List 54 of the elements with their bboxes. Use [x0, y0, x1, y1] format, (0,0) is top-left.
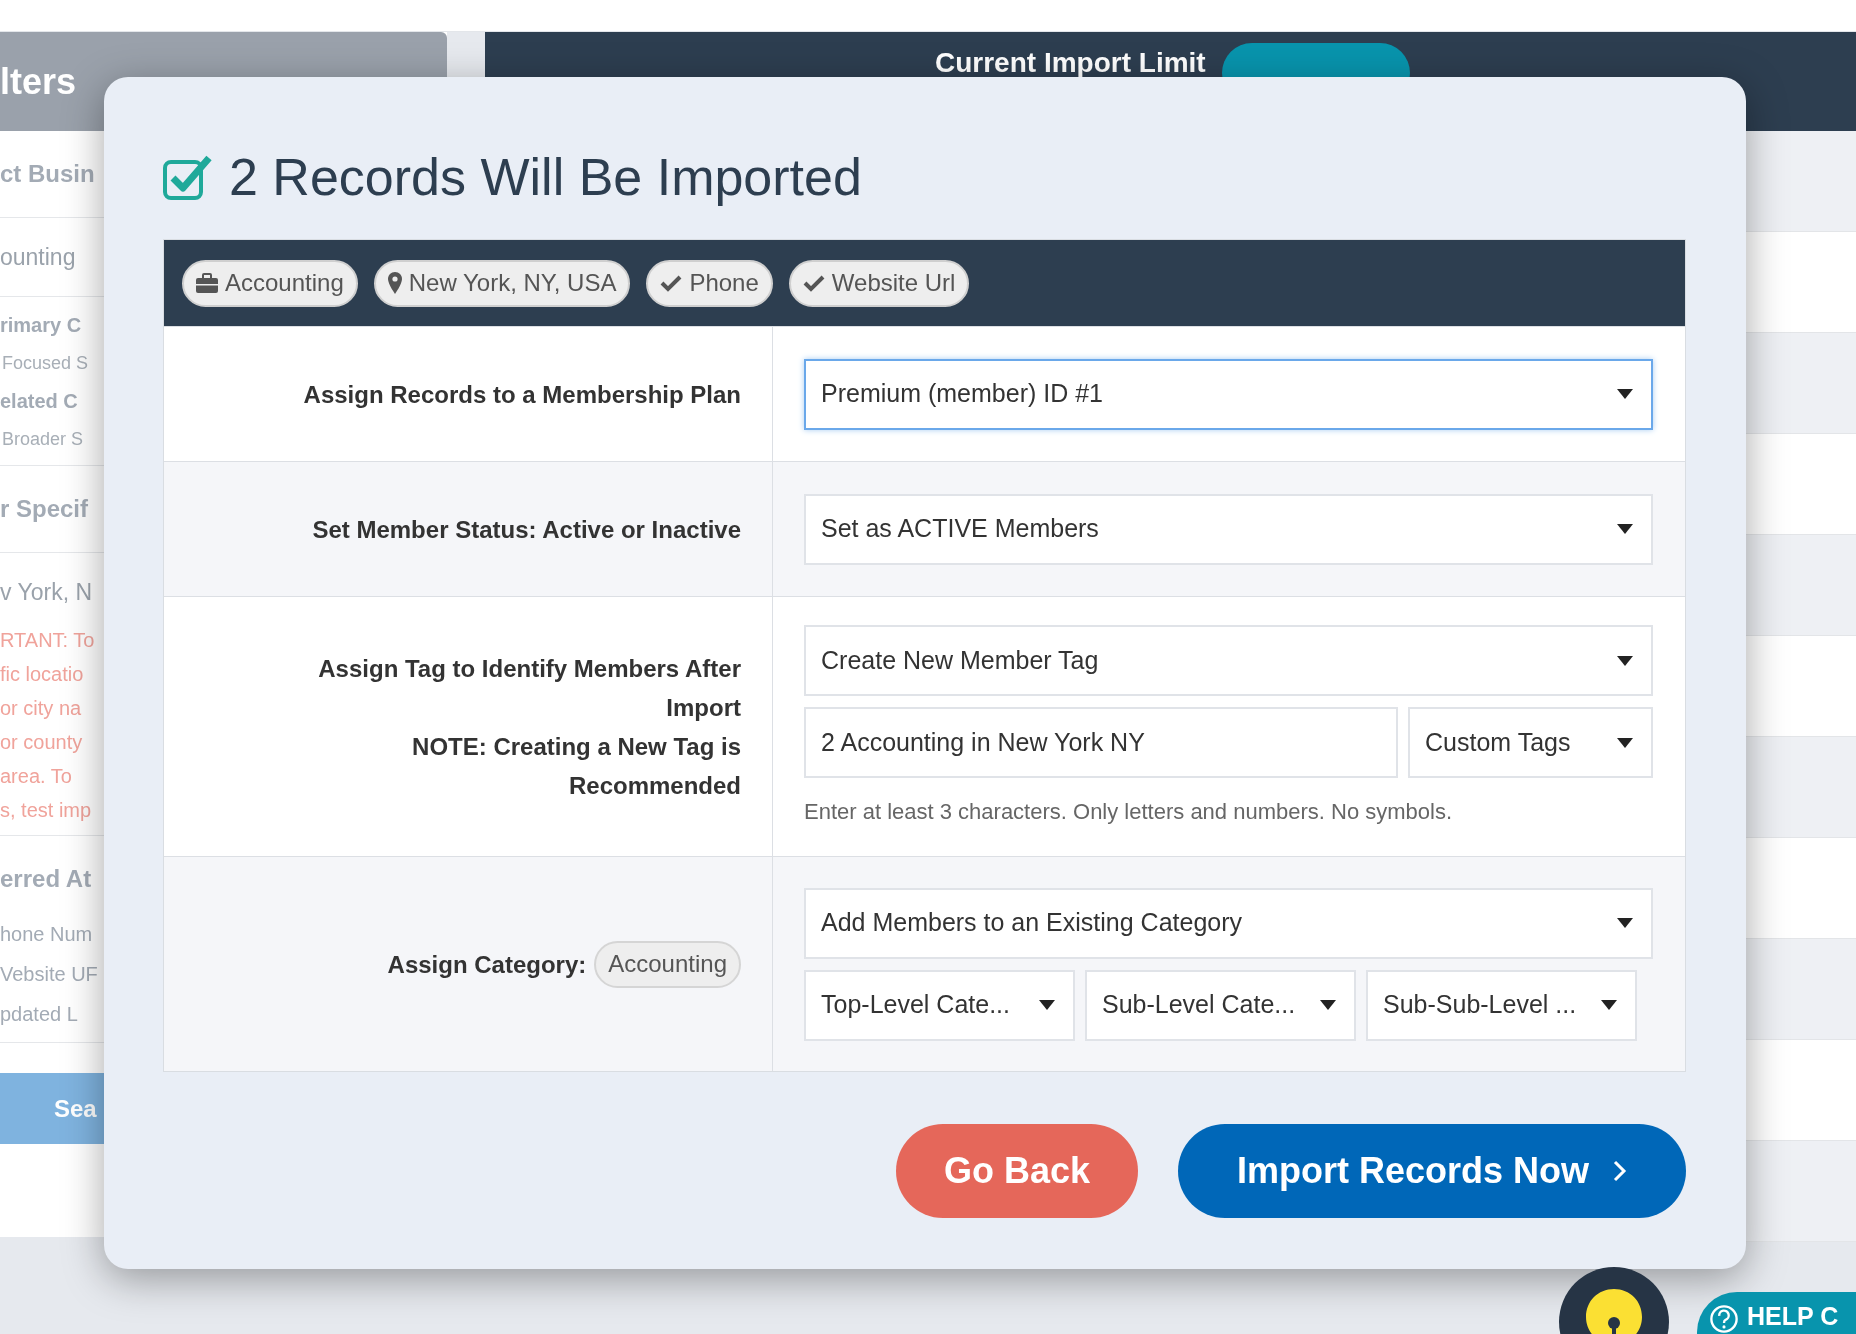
category-tag: Accounting [594, 940, 741, 988]
dropdown[interactable]: Sub-Sub-Level ... [1366, 969, 1637, 1041]
section-heading: ct Busin [0, 159, 95, 189]
import-limit-label: Current Import Limit [935, 46, 1206, 77]
warning-text: fic locatio [0, 662, 84, 687]
chip-label: New York, NY, USA [408, 268, 617, 298]
dropdown[interactable]: Top-Level Cate... [804, 969, 1075, 1041]
dropdown[interactable]: Sub-Level Cate... [1085, 969, 1356, 1041]
dropdown[interactable]: Premium (member) ID #1 [804, 358, 1653, 430]
chevron-right-icon [1613, 1160, 1627, 1182]
option-label: elated C [0, 389, 78, 414]
chip-label: Phone [689, 268, 759, 298]
field-label: Set Member Status: Active or Inactive [312, 514, 741, 545]
warning-text: or county [0, 730, 83, 755]
help-icon [1709, 1304, 1739, 1334]
section-heading: r Specif [0, 494, 89, 524]
dropdown[interactable]: Create New Member Tag [804, 625, 1653, 696]
check-icon [660, 274, 683, 292]
caret-down-icon [1320, 1000, 1336, 1010]
field-label: Assign Category: [387, 949, 587, 980]
attribute-label: hone Num [0, 922, 93, 947]
caret-down-icon [1601, 1000, 1617, 1010]
field-label: NOTE: Creating a New Tag is Recommended [411, 731, 741, 801]
warning-text: RTANT: To [0, 628, 95, 653]
field-label: Assign Tag to Identify Members After Import [317, 653, 741, 723]
caret-down-icon [1617, 655, 1633, 666]
option-label: rimary C [0, 313, 82, 338]
check-icon [802, 274, 825, 292]
dropdown[interactable]: Custom Tags [1408, 707, 1653, 778]
section-heading: erred At [0, 864, 92, 894]
caret-down-icon [1617, 389, 1633, 399]
chip-label: Accounting [225, 268, 344, 298]
dropdown[interactable]: Set as ACTIVE Members [804, 493, 1653, 565]
chip-label: Website Url [831, 268, 956, 298]
filters-title: lters [0, 59, 77, 104]
attribute-label: pdated L [0, 1002, 78, 1027]
field-value: ounting [0, 242, 76, 272]
caret-down-icon [1617, 918, 1633, 928]
option-note: Focused S [1, 351, 89, 375]
import-button[interactable]: Import Records Now [1178, 1124, 1686, 1218]
briefcase-icon [196, 273, 218, 293]
field-value: v York, N [0, 577, 93, 607]
caret-down-icon [1039, 1000, 1055, 1010]
option-note: Broader S [1, 427, 84, 451]
warning-text: or city na [0, 696, 82, 721]
help-text: Enter at least 3 characters. Only letters and numbers. No symbols. [804, 798, 1453, 826]
attribute-label: Vebsite UF [0, 962, 98, 987]
help-button[interactable]: HELP C [1697, 1292, 1856, 1334]
dropdown[interactable]: Add Members to an Existing Category [804, 887, 1653, 959]
field-label: Assign Records to a Membership Plan [303, 379, 741, 410]
warning-text: area. To [0, 764, 72, 789]
warning-text: s, test imp [0, 798, 92, 823]
tag-name-field[interactable]: 2 Accounting in New York NY [804, 707, 1398, 778]
map-pin-icon [387, 272, 402, 294]
